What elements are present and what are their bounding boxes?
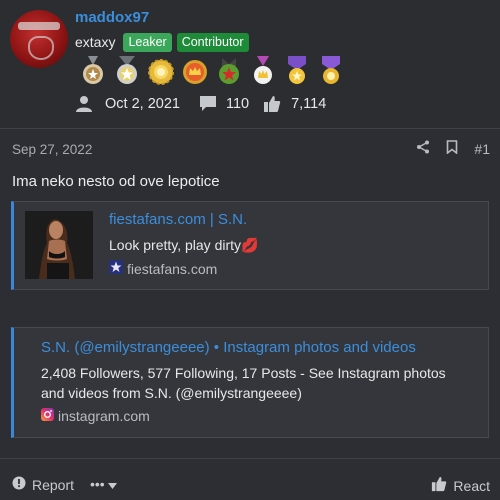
header-divider bbox=[0, 128, 500, 129]
preview-site: fiestafans.com bbox=[109, 260, 217, 277]
message-count: 110 bbox=[225, 96, 250, 112]
react-button[interactable]: React bbox=[431, 476, 490, 495]
user-title-row: extaxy Leaker Contributor bbox=[75, 32, 249, 52]
gold-sunburst-medal-icon[interactable] bbox=[148, 56, 174, 86]
green-star-medal-icon[interactable] bbox=[216, 56, 242, 86]
user-stats-row: Oct 2, 2021 110 7,114 bbox=[75, 94, 326, 114]
username-link[interactable]: maddox97 bbox=[75, 9, 149, 26]
silver-star-medal-icon[interactable] bbox=[114, 56, 140, 86]
contributor-badge: Contributor bbox=[176, 32, 249, 52]
preview-site-name: instagram.com bbox=[58, 408, 150, 424]
avatar[interactable] bbox=[10, 10, 68, 68]
bookmark-icon[interactable] bbox=[446, 140, 458, 157]
post-number-link[interactable]: #1 bbox=[474, 141, 490, 157]
fiestafans-favicon-icon bbox=[109, 260, 123, 277]
more-dots: ••• bbox=[90, 476, 105, 492]
warning-icon bbox=[12, 476, 26, 493]
preview-title-link[interactable]: fiestafans.com | S.N. bbox=[109, 211, 247, 228]
preview-title-link[interactable]: S.N. (@emilystrangeeee) • Instagram phot… bbox=[41, 339, 416, 356]
react-label: React bbox=[453, 477, 490, 494]
person-icon bbox=[75, 95, 93, 113]
trophy-row bbox=[80, 56, 344, 86]
gold-crown-medal-icon[interactable] bbox=[182, 56, 208, 86]
preview-site-name: fiestafans.com bbox=[127, 260, 218, 277]
thumbs-up-icon bbox=[263, 95, 281, 113]
preview-thumbnail bbox=[25, 211, 93, 279]
messages-icon bbox=[198, 95, 216, 113]
preview-site: instagram.com bbox=[41, 408, 150, 424]
footer-divider bbox=[0, 458, 500, 459]
crown-ribbon-medal-icon[interactable] bbox=[250, 56, 276, 86]
bronze-star-medal-icon[interactable] bbox=[80, 56, 106, 86]
share-icon[interactable] bbox=[416, 140, 430, 157]
post-footer: Report ••• React bbox=[0, 470, 500, 500]
link-preview-instagram[interactable]: S.N. (@emilystrangeeee) • Instagram phot… bbox=[11, 327, 489, 438]
leaker-badge: Leaker bbox=[123, 32, 172, 52]
report-button[interactable]: Report bbox=[12, 476, 74, 493]
link-preview-fiestafans[interactable]: fiestafans.com | S.N. Look pretty, play … bbox=[11, 201, 489, 290]
post-body-text: Ima neko nesto od ove lepotice bbox=[12, 173, 220, 190]
thumbs-up-icon bbox=[431, 476, 447, 495]
avatar-logo-detail bbox=[28, 36, 54, 60]
post-date[interactable]: Sep 27, 2022 bbox=[12, 142, 92, 157]
chevron-down-icon bbox=[107, 476, 117, 492]
preview-description-line1: 2,408 Followers, 577 Following, 17 Posts… bbox=[41, 365, 446, 381]
preview-description: Look pretty, play dirty💋 bbox=[109, 237, 259, 253]
user-info-block: maddox97 extaxy Leaker Contributor Oct 2… bbox=[0, 0, 500, 128]
report-label: Report bbox=[32, 476, 75, 493]
reaction-score: 7,114 bbox=[291, 96, 327, 112]
post-actions: #1 bbox=[416, 140, 490, 157]
joined-date: Oct 2, 2021 bbox=[105, 96, 180, 112]
avatar-cap-detail bbox=[18, 22, 60, 30]
purple-ribbon-medal-2-icon[interactable] bbox=[318, 56, 344, 86]
purple-ribbon-medal-icon[interactable] bbox=[284, 56, 310, 86]
instagram-favicon-icon bbox=[41, 408, 54, 424]
preview-description-line2: and videos from S.N. (@emilystrangeeee) bbox=[41, 385, 302, 401]
user-title: extaxy bbox=[75, 34, 116, 50]
more-options-button[interactable]: ••• bbox=[90, 476, 117, 492]
